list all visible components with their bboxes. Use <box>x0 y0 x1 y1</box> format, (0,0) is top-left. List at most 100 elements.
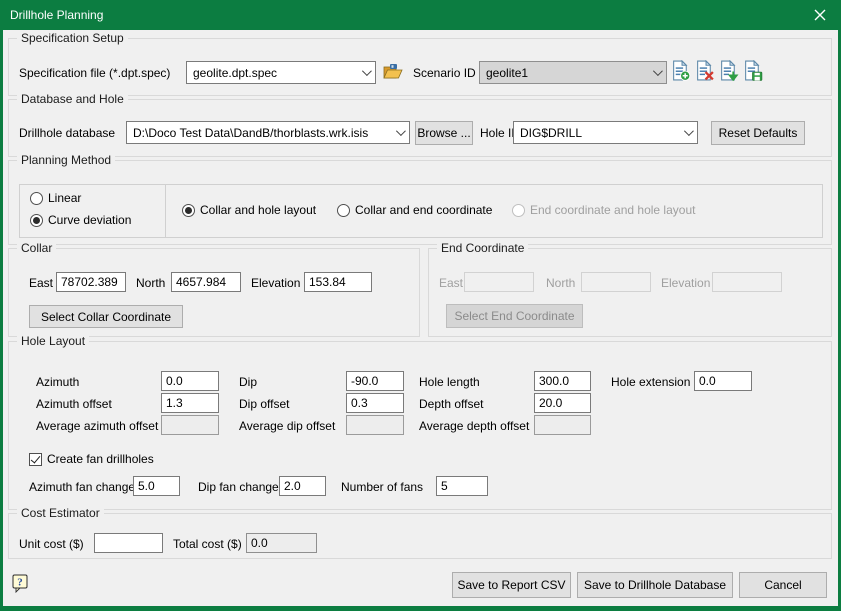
avg-azimuth-offset-label: Average azimuth offset <box>36 419 158 433</box>
save-to-drillhole-database-button[interactable]: Save to Drillhole Database <box>577 572 733 598</box>
delete-scenario-icon[interactable] <box>695 60 715 80</box>
azimuth-fan-change-input[interactable] <box>133 476 180 496</box>
azimuth-offset-input[interactable] <box>161 393 219 413</box>
total-cost-input <box>246 533 317 553</box>
spec-file-value: geolite.dpt.spec <box>193 66 277 80</box>
avg-azimuth-offset-input <box>161 415 219 435</box>
radio-end-coordinate-and-hole-layout: End coordinate and hole layout <box>512 203 695 217</box>
cancel-button[interactable]: Cancel <box>739 572 827 598</box>
end-coordinate-group: End Coordinate East North Elevation Sele… <box>428 248 832 337</box>
planning-method-group: Planning Method Linear Curve deviation C… <box>8 160 832 245</box>
dip-fan-change-label: Dip fan change <box>198 480 279 494</box>
section-title-database-and-hole: Database and Hole <box>17 92 128 106</box>
number-of-fans-label: Number of fans <box>341 480 423 494</box>
scenario-id-combobox[interactable]: geolite1 <box>479 61 667 84</box>
avg-depth-offset-input <box>534 415 591 435</box>
hole-layout-group: Hole Layout Azimuth Dip Hole length Hole… <box>8 341 832 510</box>
collar-north-label: North <box>136 276 165 290</box>
browse-button[interactable]: Browse ... <box>415 121 473 145</box>
section-title-end-coordinate: End Coordinate <box>437 241 528 255</box>
drillhole-database-value: D:\Doco Test Data\DandB/thorblasts.wrk.i… <box>133 126 368 140</box>
dip-offset-label: Dip offset <box>239 397 289 411</box>
dip-fan-change-input[interactable] <box>279 476 326 496</box>
save-to-report-csv-button[interactable]: Save to Report CSV <box>452 572 571 598</box>
import-scenario-icon[interactable] <box>719 60 739 80</box>
checkbox-checked-icon <box>29 453 42 466</box>
radio-curve-deviation[interactable]: Curve deviation <box>30 213 131 227</box>
unit-cost-label: Unit cost ($) <box>19 537 84 551</box>
radio-icon <box>30 192 43 205</box>
radio-linear[interactable]: Linear <box>30 191 81 205</box>
chevron-down-icon <box>396 126 406 136</box>
create-fan-drillholes-checkbox[interactable]: Create fan drillholes <box>29 452 154 466</box>
radio-icon <box>337 204 350 217</box>
help-icon[interactable]: ? <box>12 574 29 593</box>
select-end-coordinate-button: Select End Coordinate <box>446 304 583 328</box>
section-title-specification-setup: Specification Setup <box>17 31 128 45</box>
section-title-cost-estimator: Cost Estimator <box>17 506 104 520</box>
collar-elevation-label: Elevation <box>251 276 300 290</box>
select-collar-coordinate-button[interactable]: Select Collar Coordinate <box>29 305 183 328</box>
section-title-planning-method: Planning Method <box>17 153 115 167</box>
number-of-fans-input[interactable] <box>436 476 488 496</box>
hole-id-combobox[interactable]: DIG$DRILL <box>513 121 698 144</box>
collar-east-label: East <box>29 276 53 290</box>
collar-group: Collar East North Elevation Select Colla… <box>8 248 420 337</box>
hole-extension-input[interactable] <box>694 371 752 391</box>
database-and-hole-group: Database and Hole Drillhole database D:\… <box>8 99 832 157</box>
window-title: Drillhole Planning <box>10 8 103 22</box>
hole-length-input[interactable] <box>534 371 591 391</box>
radio-selected-icon <box>30 214 43 227</box>
drillhole-database-label: Drillhole database <box>19 126 115 140</box>
chevron-down-icon <box>653 66 663 76</box>
close-icon[interactable] <box>811 6 829 24</box>
total-cost-label: Total cost ($) <box>173 537 242 551</box>
section-title-collar: Collar <box>17 241 56 255</box>
save-scenario-icon[interactable] <box>743 60 763 80</box>
hole-extension-label: Hole extension <box>611 375 690 389</box>
collar-east-input[interactable] <box>56 272 126 292</box>
collar-north-input[interactable] <box>171 272 241 292</box>
scenario-id-label: Scenario ID <box>413 66 476 80</box>
dip-offset-input[interactable] <box>346 393 404 413</box>
collar-elevation-input[interactable] <box>304 272 372 292</box>
chevron-down-icon <box>362 66 372 76</box>
radio-collar-hole-layout-label: Collar and hole layout <box>200 203 316 217</box>
end-east-label: East <box>439 276 463 290</box>
dialog-body: Specification Setup Specification file (… <box>3 30 838 606</box>
svg-text:?: ? <box>17 577 23 589</box>
end-east-input <box>464 272 534 292</box>
radio-collar-and-end-coordinate[interactable]: Collar and end coordinate <box>337 203 492 217</box>
depth-offset-input[interactable] <box>534 393 591 413</box>
section-title-hole-layout: Hole Layout <box>17 334 89 348</box>
azimuth-offset-label: Azimuth offset <box>36 397 112 411</box>
avg-dip-offset-input <box>346 415 404 435</box>
radio-selected-icon <box>182 204 195 217</box>
specification-setup-group: Specification Setup Specification file (… <box>8 38 832 96</box>
end-north-label: North <box>546 276 575 290</box>
reset-defaults-button[interactable]: Reset Defaults <box>711 121 805 145</box>
planning-method-box: Linear Curve deviation Collar and hole l… <box>19 184 823 238</box>
radio-curve-deviation-label: Curve deviation <box>48 213 131 227</box>
hole-id-value: DIG$DRILL <box>520 126 582 140</box>
spec-file-label: Specification file (*.dpt.spec) <box>19 66 170 80</box>
open-spec-folder-icon[interactable] <box>383 63 403 83</box>
create-fan-drillholes-label: Create fan drillholes <box>47 452 154 466</box>
avg-dip-offset-label: Average dip offset <box>239 419 335 433</box>
spec-file-combobox[interactable]: geolite.dpt.spec <box>186 61 376 84</box>
radio-collar-end-coordinate-label: Collar and end coordinate <box>355 203 492 217</box>
title-bar: Drillhole Planning <box>0 0 841 30</box>
radio-collar-and-hole-layout[interactable]: Collar and hole layout <box>182 203 316 217</box>
avg-depth-offset-label: Average depth offset <box>419 419 529 433</box>
new-scenario-icon[interactable] <box>671 60 691 80</box>
dip-label: Dip <box>239 375 257 389</box>
planning-method-divider <box>165 185 166 237</box>
azimuth-input[interactable] <box>161 371 219 391</box>
unit-cost-input[interactable] <box>94 533 163 553</box>
drillhole-database-combobox[interactable]: D:\Doco Test Data\DandB/thorblasts.wrk.i… <box>126 121 410 144</box>
azimuth-fan-change-label: Azimuth fan change <box>29 480 135 494</box>
chevron-down-icon <box>684 126 694 136</box>
dip-input[interactable] <box>346 371 404 391</box>
azimuth-label: Azimuth <box>36 375 79 389</box>
scenario-id-value: geolite1 <box>486 66 528 80</box>
